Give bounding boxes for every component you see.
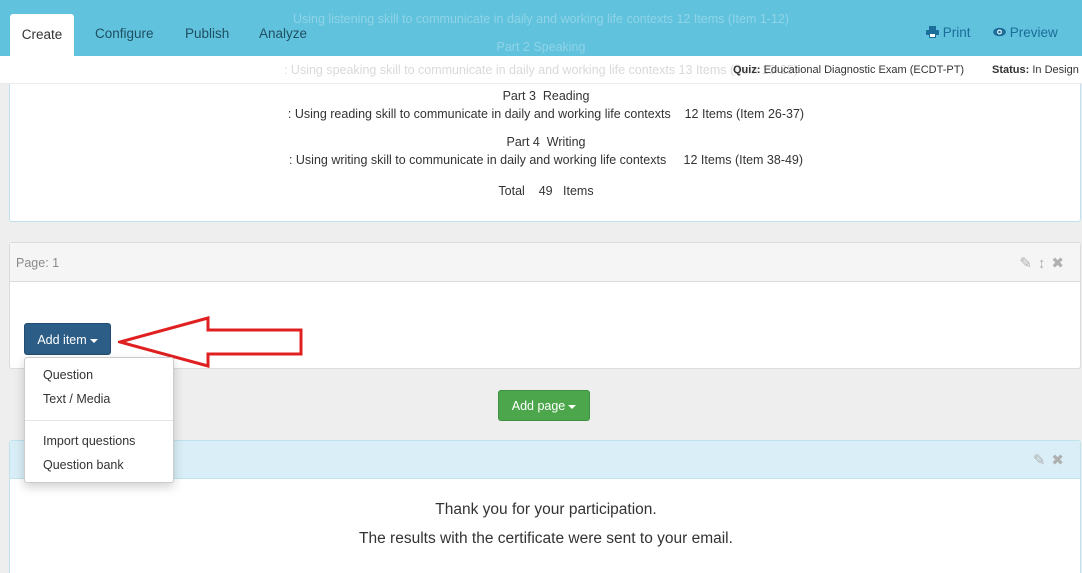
results-message: The results with the certificate were se… [359, 530, 733, 547]
add-page-button[interactable]: Add page [498, 390, 590, 421]
quiz-value: Educational Diagnostic Exam (ECDT-PT) [763, 64, 965, 76]
instructions-panel: Part 3 Reading : Using reading skill to … [9, 84, 1081, 222]
top-navbar: Using listening skill to communicate in … [0, 0, 1082, 56]
page-label: Page: 1 [16, 256, 60, 270]
part3-title: Part 3 Reading [502, 89, 590, 103]
move-vertical-icon[interactable]: ↕ [1038, 255, 1052, 272]
menu-divider [25, 420, 173, 421]
thank-you-message: Thank you for your participation. [435, 501, 657, 518]
caret-down-icon [89, 338, 98, 343]
quiz-label: Quiz: [733, 64, 761, 76]
add-item-dropdown-menu: Question Text / Media Import questions Q… [24, 357, 174, 483]
preview-button[interactable]: Preview [993, 25, 1058, 40]
add-item-label: Add item [37, 333, 87, 347]
menu-item-import-questions[interactable]: Import questions [43, 434, 135, 448]
menu-item-question-bank[interactable]: Question bank [43, 458, 124, 472]
print-label: Print [942, 25, 971, 40]
tab-configure[interactable]: Configure [82, 16, 167, 56]
edit-icon[interactable]: ✎ [1019, 255, 1038, 272]
quiz-info-bar: : Using speaking skill to communicate in… [0, 56, 1082, 84]
menu-item-question[interactable]: Question [43, 368, 93, 382]
caret-down-icon [568, 404, 577, 409]
menu-item-text-media[interactable]: Text / Media [43, 392, 110, 406]
tab-publish[interactable]: Publish [172, 16, 242, 56]
quiz-status: Status: In Design [992, 64, 1079, 76]
preview-label: Preview [1009, 25, 1058, 40]
quiz-name: Quiz: Educational Diagnostic Exam (ECDT-… [733, 64, 964, 76]
status-value: In Design [1032, 64, 1079, 76]
edit-icon[interactable]: ✎ [1033, 452, 1052, 469]
total-items: Total 49 Items [498, 184, 594, 198]
end-message-actions: ✎✖ [1033, 451, 1070, 469]
close-icon[interactable]: ✖ [1051, 452, 1070, 469]
close-icon[interactable]: ✖ [1051, 255, 1070, 272]
page-panel-actions: ✎↕✖ [1019, 254, 1070, 272]
tab-analyze[interactable]: Analyze [246, 16, 320, 56]
part4-description: : Using writing skill to communicate in … [288, 153, 804, 167]
status-label: Status: [992, 64, 1030, 76]
part3-description: : Using reading skill to communicate in … [287, 107, 805, 121]
eye-icon [993, 27, 1006, 37]
tab-create[interactable]: Create [10, 14, 74, 56]
add-item-button[interactable]: Add item [24, 323, 111, 355]
printer-icon [926, 26, 939, 38]
page-panel-header: Page: 1 ✎↕✖ [10, 243, 1080, 282]
add-page-label: Add page [511, 399, 566, 413]
print-button[interactable]: Print [926, 25, 971, 40]
part4-title: Part 4 Writing [506, 135, 586, 149]
